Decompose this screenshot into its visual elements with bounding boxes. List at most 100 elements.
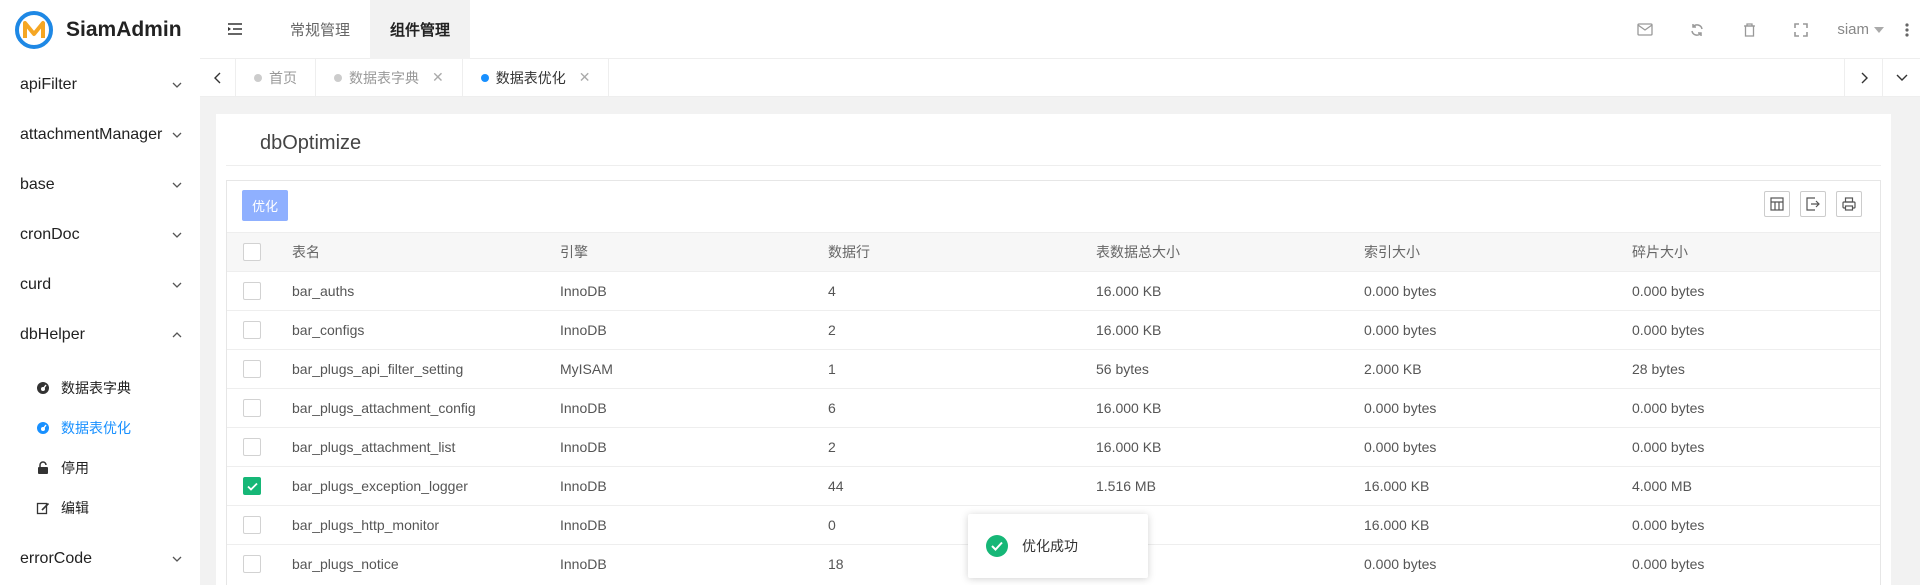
table-cell: 16.000 KB <box>1364 466 1632 506</box>
close-icon[interactable]: ✕ <box>579 69 591 86</box>
table-row[interactable]: bar_plugs_exception_logger InnoDB 44 1.516 … <box>227 466 1880 506</box>
sidebar-group-label: cronDoc <box>20 226 80 243</box>
table-cell: 0.000 bytes <box>1364 427 1632 467</box>
export-icon <box>1806 197 1820 211</box>
more-button[interactable] <box>1894 0 1920 59</box>
table-tools <box>1764 191 1862 217</box>
row-select-cell <box>227 388 292 428</box>
fullscreen-button[interactable] <box>1775 0 1827 59</box>
table-toolbar: 优化 <box>227 181 1880 232</box>
main-content: dbOptimize 优化 表名 引擎 数据行 表数据总大小 索引大小 碎片大小… <box>200 97 1920 585</box>
sidebar-group-label: curd <box>20 276 52 293</box>
top-header: 常规管理 组件管理 siam <box>200 0 1920 59</box>
row-checkbox[interactable] <box>243 555 261 574</box>
table-cell: 16.000 KB <box>1096 388 1364 428</box>
optimize-button[interactable]: 优化 <box>242 190 288 221</box>
tabs-scroll-left-button[interactable] <box>200 58 236 97</box>
refresh-icon <box>1691 23 1704 36</box>
username: siam <box>1837 21 1869 38</box>
column-header[interactable]: 引擎 <box>560 232 828 272</box>
row-checkbox[interactable] <box>243 321 261 340</box>
sidebar-group-errorcode[interactable]: errorCode <box>0 534 200 584</box>
column-header[interactable]: 数据行 <box>828 232 1096 272</box>
caret-down-icon <box>1874 26 1884 33</box>
header-actions: siam <box>1619 0 1920 59</box>
table-cell: 0.000 bytes <box>1364 310 1632 350</box>
row-checkbox[interactable] <box>243 477 261 496</box>
column-header[interactable]: 索引大小 <box>1364 232 1632 272</box>
dashboard-icon <box>35 420 51 436</box>
message-button[interactable] <box>1619 0 1671 59</box>
table-cell: InnoDB <box>560 310 828 350</box>
column-header[interactable]: 表数据总大小 <box>1096 232 1364 272</box>
sidebar-group-dbhelper[interactable]: dbHelper <box>0 310 200 360</box>
top-tab-components[interactable]: 组件管理 <box>370 0 471 59</box>
sidebar-group-attachmentmanager[interactable]: attachmentManager <box>0 110 200 160</box>
sidebar-item-disable[interactable]: 停用 <box>0 448 200 488</box>
export-button[interactable] <box>1800 191 1826 217</box>
sidebar-group-curd[interactable]: curd <box>0 260 200 310</box>
row-checkbox[interactable] <box>243 360 261 379</box>
logo-icon <box>15 11 53 49</box>
sidebar-toggle-button[interactable] <box>200 0 270 59</box>
sidebar-item-label: 编辑 <box>61 500 89 516</box>
trash-icon <box>1743 22 1755 37</box>
sidebar-group-apifilter[interactable]: apiFilter <box>0 60 200 110</box>
refresh-button[interactable] <box>1671 0 1723 59</box>
table-row[interactable]: bar_plugs_attachment_list InnoDB 2 16.000 K… <box>227 427 1880 467</box>
table-cell: bar_plugs_exception_logger <box>292 466 560 506</box>
close-icon[interactable]: ✕ <box>432 69 444 86</box>
table-cell: 2 <box>828 310 1096 350</box>
print-button[interactable] <box>1836 191 1862 217</box>
page-tab-data-dictionary[interactable]: 数据表字典 ✕ <box>316 58 463 97</box>
chevron-down-icon <box>172 82 182 88</box>
table-cell: bar_configs <box>292 310 560 350</box>
sidebar-item-data-dictionary[interactable]: 数据表字典 <box>0 368 200 408</box>
page-tab-home[interactable]: 首页 <box>236 58 316 97</box>
table-row[interactable]: bar_configs InnoDB 2 16.000 KB 0.000 bytes 0.… <box>227 310 1880 350</box>
sidebar-item-label: 数据表字典 <box>61 380 131 396</box>
chevron-left-icon <box>213 72 220 83</box>
row-checkbox[interactable] <box>243 282 261 301</box>
tab-dot-icon <box>480 73 489 82</box>
column-header[interactable]: 碎片大小 <box>1632 232 1880 272</box>
chevron-down-icon <box>172 232 182 238</box>
sidebar-item-label: 数据表优化 <box>61 420 131 436</box>
sidebar-item-edit[interactable]: 编辑 <box>0 488 200 528</box>
table-cell: bar_plugs_api_filter_setting <box>292 349 560 389</box>
tab-dot-icon <box>254 73 262 82</box>
logo[interactable]: SiamAdmin <box>0 0 200 60</box>
print-icon <box>1842 197 1856 211</box>
dashboard-icon <box>35 380 51 396</box>
indent-icon <box>228 23 242 35</box>
page-tab-label: 数据表字典 <box>349 69 419 86</box>
table-header-row: 表名 引擎 数据行 表数据总大小 索引大小 碎片大小 <box>227 232 1880 272</box>
sidebar-group-label: attachmentManager <box>20 126 163 143</box>
column-filter-button[interactable] <box>1764 191 1790 217</box>
user-menu[interactable]: siam <box>1827 21 1894 38</box>
table-row[interactable]: bar_plugs_attachment_config InnoDB 6 16.000… <box>227 388 1880 428</box>
success-toast: 优化成功 <box>968 514 1148 578</box>
row-checkbox[interactable] <box>243 438 261 457</box>
row-checkbox[interactable] <box>243 516 261 535</box>
top-tab-regular[interactable]: 常规管理 <box>270 0 370 59</box>
clear-cache-button[interactable] <box>1723 0 1775 59</box>
sidebar-item-data-optimize[interactable]: 数据表优化 <box>0 408 200 448</box>
sidebar-group-crondoc[interactable]: cronDoc <box>0 210 200 260</box>
table-row[interactable]: bar_auths InnoDB 4 16.000 KB 0.000 bytes 0.00… <box>227 271 1880 311</box>
column-header[interactable]: 表名 <box>292 232 560 272</box>
table-cell: 1 <box>828 349 1096 389</box>
page-tab-label: 数据表优化 <box>495 69 566 86</box>
page-tab-data-optimize[interactable]: 数据表优化 ✕ <box>463 58 610 97</box>
table-row[interactable]: bar_plugs_api_filter_setting MyISAM 1 56 by… <box>227 349 1880 389</box>
page-tabs-bar: 首页 数据表字典 ✕ 数据表优化 ✕ <box>200 58 1920 97</box>
table-cell: bar_plugs_attachment_config <box>292 388 560 428</box>
chevron-down-icon <box>172 556 182 562</box>
tabs-scroll-right-button[interactable] <box>1844 59 1882 97</box>
more-vertical-icon <box>1905 22 1909 37</box>
select-all-checkbox[interactable] <box>243 243 261 262</box>
table-cell: InnoDB <box>560 271 828 311</box>
row-checkbox[interactable] <box>243 399 261 418</box>
tabs-menu-button[interactable] <box>1882 59 1920 97</box>
sidebar-group-base[interactable]: base <box>0 160 200 210</box>
